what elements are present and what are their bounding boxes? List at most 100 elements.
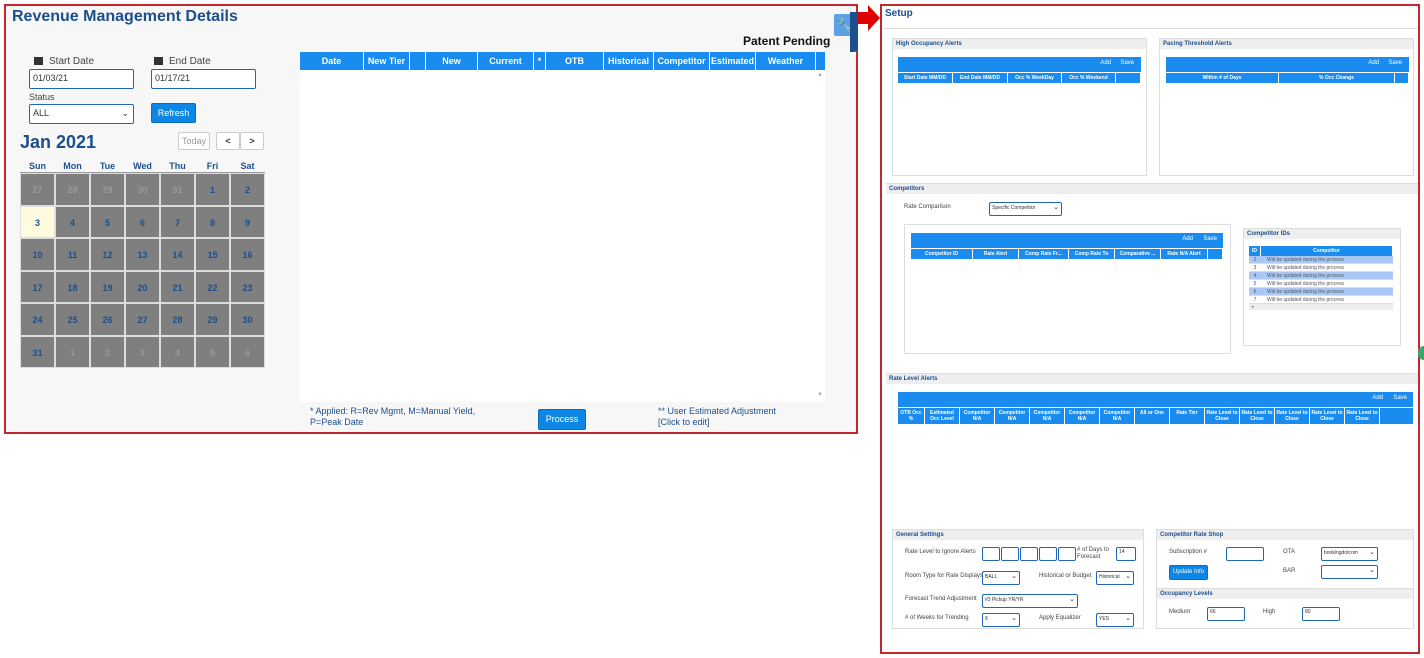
grid-column-header[interactable]: *: [534, 52, 546, 70]
column-header[interactable]: ID: [1249, 246, 1261, 256]
column-header[interactable]: Competitor N/A: [1065, 408, 1100, 424]
calendar-day[interactable]: 6: [125, 205, 160, 238]
column-header[interactable]: Rate Level to Close: [1310, 408, 1345, 424]
table-row[interactable]: 4 Will be updated during the process: [1249, 272, 1393, 280]
calendar-day[interactable]: 9: [230, 205, 265, 238]
grid-column-header[interactable]: OTB: [546, 52, 604, 70]
calendar-day[interactable]: 27: [125, 303, 160, 336]
grid-column-header[interactable]: [410, 52, 426, 70]
column-header[interactable]: End Date MM/DD: [953, 73, 1008, 83]
calendar-day[interactable]: 22: [195, 270, 230, 303]
grid-column-header[interactable]: Weather: [756, 52, 816, 70]
add-button[interactable]: Add: [1100, 60, 1111, 66]
medium-input[interactable]: 66: [1207, 607, 1245, 621]
table-row[interactable]: 3 Will be updated during the process: [1249, 264, 1393, 272]
calendar-day[interactable]: 15: [195, 238, 230, 271]
rate-level-input-5[interactable]: [1058, 547, 1076, 561]
days-forecast-input[interactable]: 14: [1116, 547, 1136, 561]
rate-grid-scrollbar[interactable]: ▲ ▼: [815, 70, 825, 400]
room-type-select[interactable]: BALL ⌄: [982, 571, 1020, 585]
column-header[interactable]: Competitor N/A: [995, 408, 1030, 424]
status-select[interactable]: ALL ⌄: [29, 104, 134, 124]
rate-level-input-2[interactable]: [1001, 547, 1019, 561]
horizontal-scrollbar[interactable]: ◂: [1249, 304, 1393, 310]
column-header[interactable]: Estimated Occ Level: [925, 408, 960, 424]
weeks-trending-select[interactable]: 8 ⌄: [982, 613, 1020, 627]
calendar-day[interactable]: 11: [55, 238, 90, 271]
column-header[interactable]: [1208, 249, 1223, 259]
grid-column-header[interactable]: Estimated: [710, 52, 756, 70]
save-button[interactable]: Save: [1203, 236, 1217, 242]
calendar-day[interactable]: 1: [195, 173, 230, 206]
calendar-day[interactable]: 6: [230, 335, 265, 368]
column-header[interactable]: Rate Alert: [973, 249, 1019, 259]
table-row[interactable]: 7 Will be updated during the process: [1249, 296, 1393, 304]
add-button[interactable]: Add: [1372, 395, 1383, 401]
subscription-input[interactable]: [1226, 547, 1264, 561]
ota-select[interactable]: bookingdotcom ⌄: [1321, 547, 1378, 561]
rate-level-input-1[interactable]: [982, 547, 1000, 561]
save-button[interactable]: Save: [1120, 60, 1134, 66]
calendar-day[interactable]: 18: [55, 270, 90, 303]
save-button[interactable]: Save: [1393, 395, 1407, 401]
calendar-prev-button[interactable]: <: [216, 132, 240, 150]
calendar-day[interactable]: 4: [55, 205, 90, 238]
calendar-day[interactable]: 16: [230, 238, 265, 271]
side-tab-edge[interactable]: [1418, 346, 1424, 360]
calendar-day[interactable]: 28: [160, 303, 195, 336]
column-header[interactable]: Rate Level to Close: [1240, 408, 1275, 424]
calendar-day[interactable]: 3: [125, 335, 160, 368]
grid-column-header[interactable]: Competitor: [654, 52, 710, 70]
calendar-day[interactable]: 25: [55, 303, 90, 336]
rate-level-input-3[interactable]: [1020, 547, 1038, 561]
column-header[interactable]: Rate Level to Close: [1275, 408, 1310, 424]
calendar-day[interactable]: 14: [160, 238, 195, 271]
column-header[interactable]: Occ % WeekDay: [1008, 73, 1062, 83]
click-to-edit-link[interactable]: [Click to edit]: [658, 417, 776, 428]
scroll-down-icon[interactable]: ▼: [815, 392, 825, 398]
column-header[interactable]: Rate N/A Alert: [1161, 249, 1208, 259]
column-header[interactable]: % Occ Change: [1279, 73, 1395, 83]
column-header[interactable]: All or One: [1135, 408, 1170, 424]
scroll-up-icon[interactable]: ▲: [815, 72, 825, 78]
calendar-day[interactable]: 29: [90, 173, 125, 206]
calendar-day[interactable]: 13: [125, 238, 160, 271]
calendar-day[interactable]: 31: [20, 335, 55, 368]
column-header[interactable]: Rate Tier: [1170, 408, 1205, 424]
column-header[interactable]: Within # of Days: [1166, 73, 1279, 83]
calendar-day[interactable]: 2: [90, 335, 125, 368]
grid-column-header[interactable]: New Tier: [364, 52, 410, 70]
calendar-day[interactable]: 20: [125, 270, 160, 303]
estimated-adjustment-note[interactable]: ** User Estimated Adjustment [Click to ed…: [658, 406, 776, 428]
calendar-day[interactable]: 3: [20, 205, 55, 238]
save-button[interactable]: Save: [1388, 60, 1402, 66]
column-header[interactable]: Rate Level to Close: [1345, 408, 1380, 424]
rate-level-input-4[interactable]: [1039, 547, 1057, 561]
calendar-day[interactable]: 19: [90, 270, 125, 303]
grid-column-header[interactable]: New: [426, 52, 478, 70]
process-button[interactable]: Process: [538, 409, 586, 430]
column-header[interactable]: Comp Rate To: [1069, 249, 1115, 259]
column-header[interactable]: [1395, 73, 1409, 83]
table-row[interactable]: 2 Will be updated during the process: [1249, 256, 1393, 264]
calendar-day[interactable]: 27: [20, 173, 55, 206]
add-button[interactable]: Add: [1182, 236, 1193, 242]
calendar-day[interactable]: 24: [20, 303, 55, 336]
calendar-day[interactable]: 5: [90, 205, 125, 238]
high-input[interactable]: 80: [1302, 607, 1340, 621]
calendar-day[interactable]: 1: [55, 335, 90, 368]
calendar-next-button[interactable]: >: [240, 132, 264, 150]
calendar-day[interactable]: 23: [230, 270, 265, 303]
calendar-day[interactable]: 5: [195, 335, 230, 368]
calendar-day[interactable]: 7: [160, 205, 195, 238]
calendar-day[interactable]: 2: [230, 173, 265, 206]
calendar-day[interactable]: 10: [20, 238, 55, 271]
column-header[interactable]: Competitor N/A: [960, 408, 995, 424]
column-header[interactable]: Competitor: [1261, 246, 1393, 256]
table-row[interactable]: 6 Will be updated during the process: [1249, 288, 1393, 296]
forecast-trend-select[interactable]: #3 Pickup YR/YR ⌄: [982, 594, 1078, 608]
column-header[interactable]: Competitor ID: [911, 249, 973, 259]
add-button[interactable]: Add: [1368, 60, 1379, 66]
calendar-day[interactable]: 17: [20, 270, 55, 303]
rate-comparison-select[interactable]: Specific Competitor ⌄: [989, 202, 1062, 216]
